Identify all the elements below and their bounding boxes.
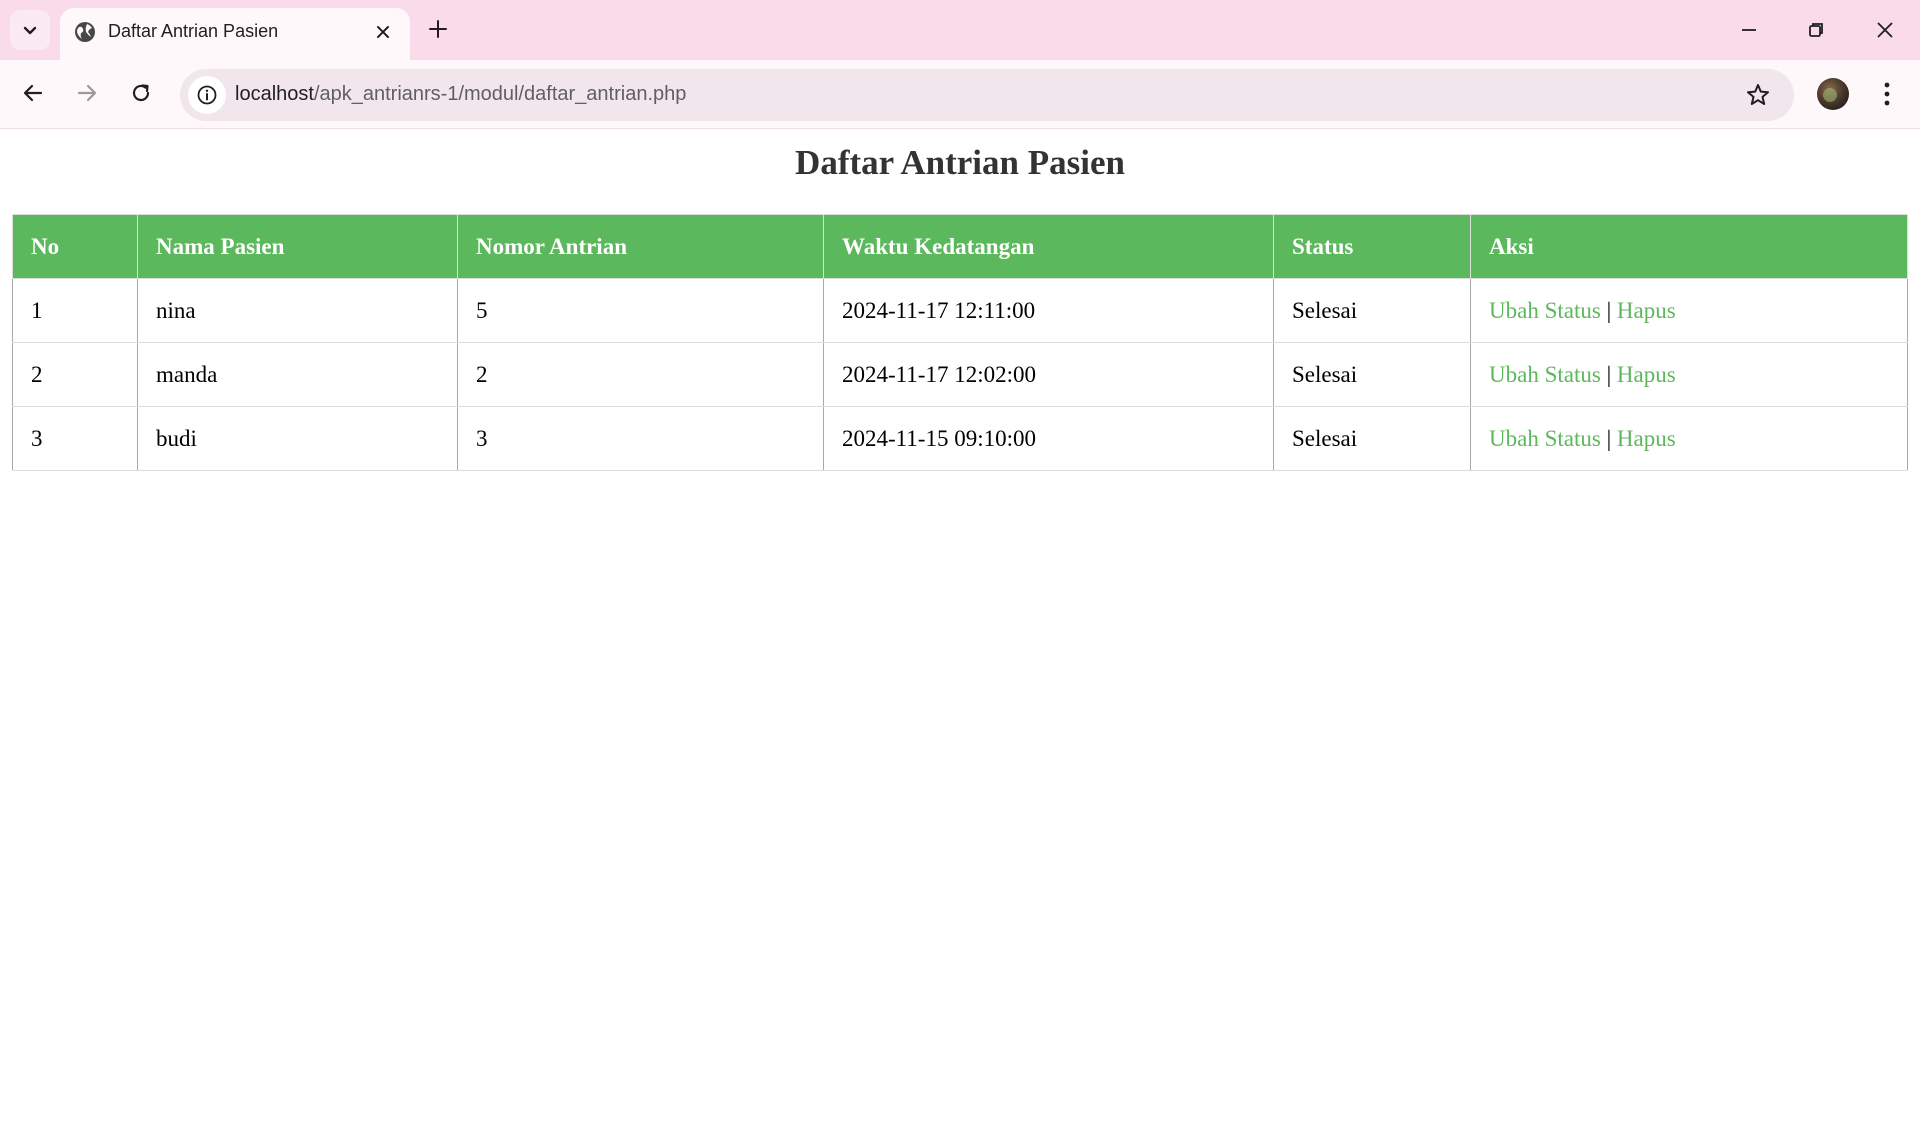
arrow-right-icon <box>77 84 97 102</box>
hapus-link[interactable]: Hapus <box>1617 426 1676 451</box>
reload-icon <box>132 84 150 102</box>
link-separator: | <box>1606 361 1612 387</box>
arrow-left-icon <box>23 84 43 102</box>
table-row: 2 manda 2 2024-11-17 12:02:00 Selesai Ub… <box>12 342 1908 407</box>
ubah-status-link[interactable]: Ubah Status <box>1489 362 1601 387</box>
link-separator: | <box>1606 297 1612 323</box>
ubah-status-link[interactable]: Ubah Status <box>1489 426 1601 451</box>
cell-waktu: 2024-11-17 12:02:00 <box>823 342 1274 407</box>
page-title: Daftar Antrian Pasien <box>795 143 1125 182</box>
cell-aksi: Ubah Status | Hapus <box>1470 342 1908 407</box>
browser-tab-active[interactable]: Daftar Antrian Pasien <box>60 8 410 60</box>
more-vert-icon[interactable] <box>1873 78 1901 110</box>
cell-status: Selesai <box>1273 342 1471 407</box>
plus-icon[interactable] <box>425 16 451 42</box>
column-header-nama: Nama Pasien <box>137 214 458 279</box>
link-separator: | <box>1606 425 1612 451</box>
browser-toolbar: localhost/apk_antrianrs-1/modul/daftar_a… <box>0 60 1920 129</box>
avatar[interactable] <box>1817 78 1849 110</box>
reload-button[interactable] <box>124 76 158 110</box>
column-header-status: Status <box>1273 214 1471 279</box>
hapus-link[interactable]: Hapus <box>1617 298 1676 323</box>
url-path: /apk_antrianrs-1/modul/daftar_antrian.ph… <box>313 83 687 105</box>
column-header-nomor: Nomor Antrian <box>457 214 824 279</box>
table-header-row: No Nama Pasien Nomor Antrian Waktu Kedat… <box>12 214 1908 279</box>
close-window-icon[interactable] <box>1871 16 1899 44</box>
url-host: localhost <box>235 83 314 105</box>
queue-table: No Nama Pasien Nomor Antrian Waktu Kedat… <box>12 214 1908 471</box>
tab-title: Daftar Antrian Pasien <box>108 21 279 41</box>
cell-nomor: 5 <box>457 278 824 343</box>
cell-nomor: 3 <box>457 406 824 471</box>
cell-nama: nina <box>137 278 458 343</box>
cell-nama: budi <box>137 406 458 471</box>
globe-icon <box>75 22 95 42</box>
cell-waktu: 2024-11-17 12:11:00 <box>823 278 1274 343</box>
column-header-no: No <box>12 214 138 279</box>
cell-nomor: 2 <box>457 342 824 407</box>
cell-aksi: Ubah Status | Hapus <box>1470 278 1908 343</box>
cell-no: 2 <box>12 342 138 407</box>
restore-icon[interactable] <box>1802 16 1830 44</box>
info-icon <box>197 85 217 105</box>
page-content: Daftar Antrian Pasien No Nama Pasien Nom… <box>0 129 1920 1128</box>
tab-search-button[interactable] <box>10 10 50 50</box>
address-bar[interactable]: localhost/apk_antrianrs-1/modul/daftar_a… <box>180 69 1794 121</box>
cell-status: Selesai <box>1273 278 1471 343</box>
table-row: 3 budi 3 2024-11-15 09:10:00 Selesai Uba… <box>12 406 1908 471</box>
cell-waktu: 2024-11-15 09:10:00 <box>823 406 1274 471</box>
forward-button[interactable] <box>70 76 104 110</box>
back-button[interactable] <box>16 76 50 110</box>
hapus-link[interactable]: Hapus <box>1617 362 1676 387</box>
site-info-button[interactable] <box>188 76 226 114</box>
url-text[interactable]: localhost/apk_antrianrs-1/modul/daftar_a… <box>235 83 686 106</box>
ubah-status-link[interactable]: Ubah Status <box>1489 298 1601 323</box>
close-icon[interactable] <box>372 21 394 43</box>
cell-nama: manda <box>137 342 458 407</box>
column-header-waktu: Waktu Kedatangan <box>823 214 1274 279</box>
star-icon[interactable] <box>1745 82 1771 108</box>
tab-strip: Daftar Antrian Pasien <box>0 0 1920 60</box>
cell-no: 1 <box>12 278 138 343</box>
column-header-aksi: Aksi <box>1470 214 1908 279</box>
minimize-icon[interactable] <box>1735 16 1763 44</box>
table-row: 1 nina 5 2024-11-17 12:11:00 Selesai Uba… <box>12 278 1908 343</box>
cell-no: 3 <box>12 406 138 471</box>
cell-aksi: Ubah Status | Hapus <box>1470 406 1908 471</box>
chevron-down-icon <box>23 26 37 35</box>
cell-status: Selesai <box>1273 406 1471 471</box>
